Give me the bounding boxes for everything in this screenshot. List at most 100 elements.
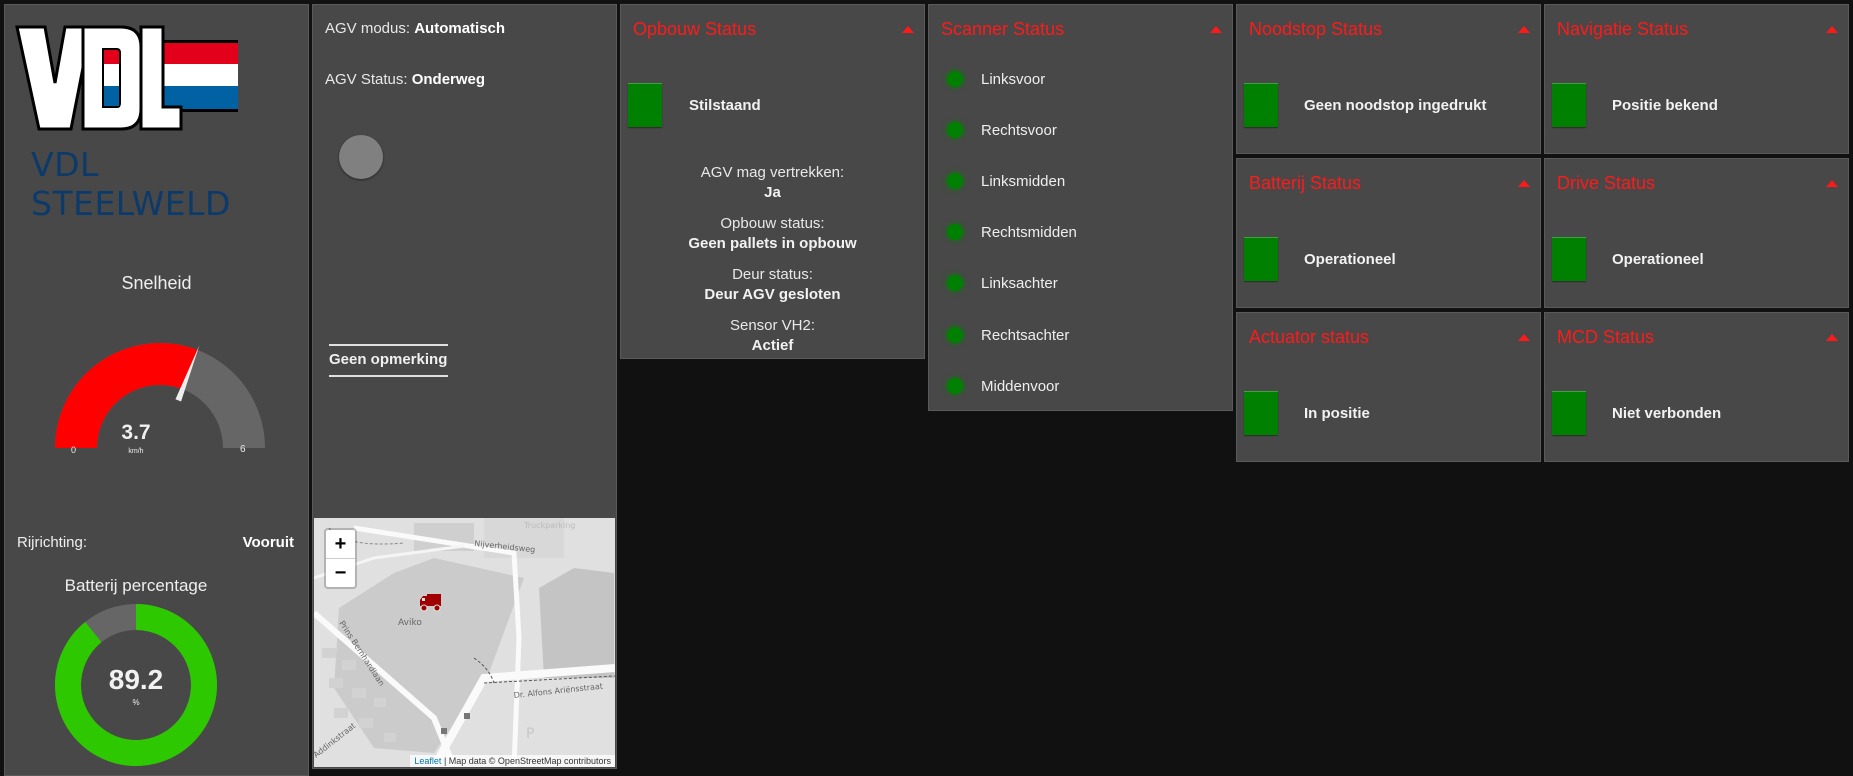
info-label: Opbouw status: bbox=[720, 215, 825, 232]
leaflet-link[interactable]: Leaflet bbox=[414, 756, 441, 766]
agv-status: AGV Status: Onderweg bbox=[325, 71, 485, 88]
agv-mode-value: Automatisch bbox=[414, 20, 506, 37]
info-value: Geen pallets in opbouw bbox=[688, 235, 857, 252]
drive-status-text: Operationeel bbox=[1612, 251, 1704, 268]
scanner-status-panel: Scanner Status Linksvoor Rechtsvoor Link… bbox=[928, 4, 1233, 411]
scanner-label: Rechtsachter bbox=[981, 326, 1070, 344]
scanner-item: Middenvoor bbox=[941, 374, 1059, 398]
opbouw-status-panel: Opbouw Status Stilstaand AGV mag vertrek… bbox=[620, 4, 925, 359]
opbouw-status-title: Opbouw Status bbox=[633, 19, 757, 39]
collapse-icon[interactable] bbox=[1826, 334, 1838, 341]
info-sensor-vh2: Sensor VH2: Actief bbox=[621, 316, 924, 356]
remark: Geen opmerking bbox=[329, 344, 448, 377]
collapse-icon[interactable] bbox=[1518, 26, 1530, 33]
scanner-label: Linksmidden bbox=[981, 172, 1066, 190]
navigatie-indicator bbox=[1552, 83, 1586, 127]
agv-mode: AGV modus: Automatisch bbox=[325, 20, 505, 37]
actuator-status-panel: Actuator status In positie bbox=[1236, 312, 1541, 462]
navigatie-status-text: Positie bekend bbox=[1612, 97, 1718, 114]
zoom-out-button[interactable]: − bbox=[326, 559, 355, 587]
battery-value: 89.2 bbox=[108, 664, 164, 695]
collapse-icon[interactable] bbox=[902, 26, 914, 33]
scanner-led-icon bbox=[947, 275, 963, 291]
zoom-in-button[interactable]: + bbox=[326, 530, 355, 559]
mcd-status-text: Niet verbonden bbox=[1612, 405, 1722, 422]
map-label-truckparking: Truckparking bbox=[523, 521, 575, 530]
map[interactable]: Truckparking Nijverheidsweg Aviko Prins … bbox=[314, 518, 615, 767]
scanner-item: Rechtsvoor bbox=[941, 118, 1057, 142]
map-zoom-control: + − bbox=[324, 528, 357, 589]
scanner-item: Rechtsachter bbox=[941, 323, 1069, 347]
attribution-text: | Map data © OpenStreetMap contributors bbox=[443, 756, 611, 766]
info-value: Actief bbox=[751, 337, 794, 354]
agv-status-value: Onderweg bbox=[411, 71, 486, 88]
company-name: VDL STEELWELD bbox=[31, 145, 231, 223]
scanner-led-icon bbox=[947, 71, 963, 87]
info-label: AGV mag vertrekken: bbox=[700, 164, 845, 181]
actuator-status-text: In positie bbox=[1304, 405, 1370, 422]
mcd-status-title: MCD Status bbox=[1557, 327, 1655, 347]
mcd-status-panel: MCD Status Niet verbonden bbox=[1544, 312, 1849, 462]
scanner-label: Rechtsvoor bbox=[981, 121, 1057, 139]
collapse-icon[interactable] bbox=[1518, 180, 1530, 187]
drive-status-panel: Drive Status Operationeel bbox=[1544, 158, 1849, 308]
collapse-icon[interactable] bbox=[1210, 26, 1222, 33]
batterij-status-text: Operationeel bbox=[1304, 251, 1396, 268]
batterij-indicator bbox=[1244, 237, 1278, 281]
opbouw-state-text: Stilstaand bbox=[689, 97, 761, 114]
truck-marker-icon[interactable] bbox=[419, 594, 443, 612]
drive-status-title: Drive Status bbox=[1557, 173, 1656, 193]
direction-label: Rijrichting: bbox=[17, 534, 88, 551]
noodstop-status-panel: Noodstop Status Geen noodstop ingedrukt bbox=[1236, 4, 1541, 154]
battery-unit: % bbox=[132, 698, 140, 707]
scanner-item: Linksachter bbox=[941, 271, 1058, 295]
drive-indicator bbox=[1552, 237, 1586, 281]
batterij-status-panel: Batterij Status Operationeel bbox=[1236, 158, 1541, 308]
vdl-logo bbox=[13, 23, 241, 135]
info-label: Sensor VH2: bbox=[729, 317, 816, 334]
scanner-label: Linksvoor bbox=[981, 70, 1046, 88]
navigatie-status-panel: Navigatie Status Positie bekend bbox=[1544, 4, 1849, 154]
speed-unit: km/h bbox=[128, 448, 144, 455]
scanner-led-icon bbox=[947, 173, 963, 189]
collapse-icon[interactable] bbox=[1518, 334, 1530, 341]
info-value: Ja bbox=[764, 184, 781, 201]
scanner-led-icon bbox=[947, 122, 963, 138]
opbouw-state-indicator bbox=[628, 83, 662, 127]
navigatie-status-title: Navigatie Status bbox=[1557, 19, 1689, 39]
collapse-icon[interactable] bbox=[1826, 26, 1838, 33]
info-label: Deur status: bbox=[732, 266, 813, 283]
agv-status-label: AGV Status: bbox=[325, 71, 408, 88]
actuator-status-title: Actuator status bbox=[1249, 327, 1370, 347]
agv-status-indicator bbox=[339, 135, 383, 179]
remark-text: Geen opmerking bbox=[329, 351, 448, 368]
scanner-led-icon bbox=[947, 224, 963, 240]
map-tiles[interactable]: Truckparking Nijverheidsweg Aviko Prins … bbox=[314, 518, 615, 767]
speed-max-label: 6 bbox=[240, 444, 246, 455]
speed-value: 3.7 bbox=[121, 421, 151, 444]
map-attribution: Leaflet | Map data © OpenStreetMap contr… bbox=[410, 755, 615, 767]
scanner-label: Linksachter bbox=[981, 274, 1058, 292]
noodstop-status-text: Geen noodstop ingedrukt bbox=[1304, 97, 1487, 114]
collapse-icon[interactable] bbox=[1826, 180, 1838, 187]
info-opbouw-status: Opbouw status: Geen pallets in opbouw bbox=[621, 214, 924, 254]
batterij-status-title: Batterij Status bbox=[1249, 173, 1362, 193]
scanner-status-title: Scanner Status bbox=[941, 19, 1065, 39]
info-value: Deur AGV gesloten bbox=[704, 286, 841, 303]
speed-min-label: 0 bbox=[71, 445, 77, 455]
scanner-item: Linksmidden bbox=[941, 169, 1065, 193]
agv-panel: AGV modus: Automatisch AGV Status: Onder… bbox=[312, 4, 617, 769]
speed-title: Snelheid bbox=[121, 273, 192, 293]
mcd-indicator bbox=[1552, 391, 1586, 435]
scanner-item: Linksvoor bbox=[941, 67, 1045, 91]
scanner-label: Rechtsmidden bbox=[981, 223, 1077, 241]
actuator-indicator bbox=[1244, 391, 1278, 435]
noodstop-status-title: Noodstop Status bbox=[1249, 19, 1383, 39]
battery-title: Batterij percentage bbox=[64, 576, 208, 595]
agv-mode-label: AGV modus: bbox=[325, 20, 411, 37]
overview-panel: VDL STEELWELD Snelheid 3.7 km/h 0 6 Rijr… bbox=[4, 4, 309, 776]
scanner-item: Rechtsmidden bbox=[941, 220, 1077, 244]
direction-value: Vooruit bbox=[242, 534, 294, 551]
info-deur-status: Deur status: Deur AGV gesloten bbox=[621, 265, 924, 305]
noodstop-indicator bbox=[1244, 83, 1278, 127]
